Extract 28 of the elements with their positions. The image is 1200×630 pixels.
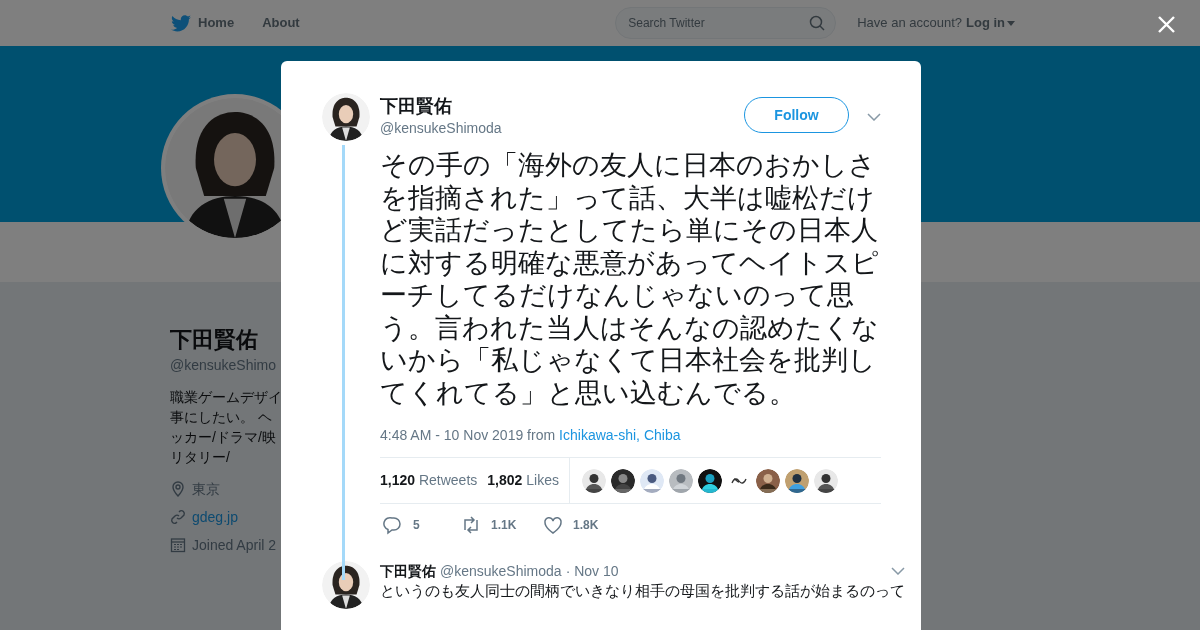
stat-link[interactable]: 1,120 Retweets — [380, 470, 478, 491]
search-field[interactable]: Search Twitter — [615, 7, 837, 39]
reply-author-handle: @kensukeShimoda — [440, 561, 562, 581]
reply-author-name: 下田賢佑 — [380, 561, 436, 581]
join-date: Joined April 2 — [192, 535, 277, 555]
login-link[interactable]: Log in — [966, 13, 1015, 33]
location-link[interactable]: Ichikawa-shi, Chiba — [559, 425, 681, 445]
bio-line: リタリー/ — [170, 448, 230, 467]
bio-line: 職業ゲームデザイ — [170, 388, 282, 407]
profile-name: 下田賢佑 — [170, 326, 258, 354]
account-prompt: Have an account? — [857, 14, 962, 33]
bio-line: ッカー/ドラマ/映 — [170, 428, 276, 447]
nav-link[interactable]: About — [262, 13, 300, 33]
reply-button[interactable]: 5 — [383, 515, 461, 535]
reply-date: · Nov 10 — [565, 561, 619, 581]
like-button[interactable]: 1.8K — [543, 515, 625, 535]
bio-line: 事にしたい。 ヘ — [170, 408, 272, 427]
profile-location: 東京 — [192, 479, 220, 499]
profile-handle: @kensukeShimo — [170, 356, 277, 375]
retweet-button[interactable]: 1.1K — [461, 515, 543, 535]
reply-text: というのも友人同士の間柄でいきなり相手の母国を批判する話が始まるのって — [380, 581, 905, 601]
tweet-timestamp: 4:48 AM - 10 Nov 2019 from — [380, 426, 556, 445]
stat-link[interactable]: 1,802 Likes — [487, 470, 559, 491]
nav-link[interactable]: Home — [198, 13, 235, 33]
author-name: 下田賢佑 — [380, 95, 453, 118]
tweet-text: その手の「海外の友人に日本のおかしさを指摘された」って話、大半は嘘松だけど実話だったとしてたら単にその日本人に対する明確な悪意があってヘイトスピーチしてるだけなんじゃないのって思う。言われた当人はそんなの認めたくないから「私じゃなくて日本社会を批判してくれてる」と思い込むんでる。 — [380, 149, 880, 409]
author-handle: @kensukeShimoda — [380, 119, 502, 138]
website-link[interactable]: gdeg.jp — [192, 506, 238, 528]
